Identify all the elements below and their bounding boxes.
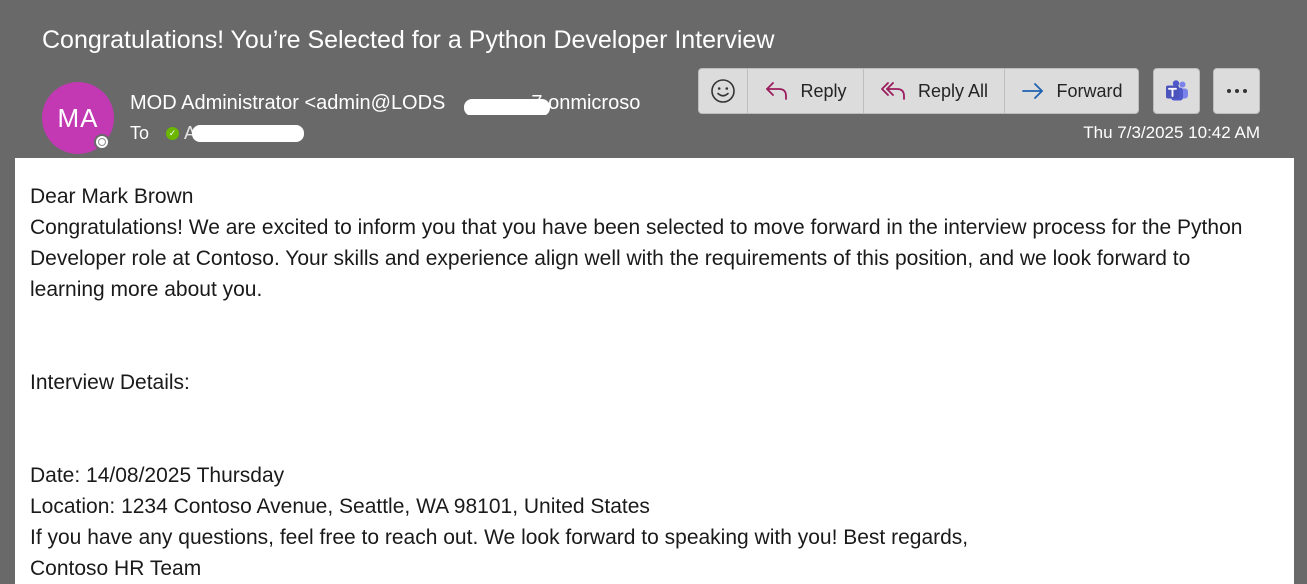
- more-actions-button[interactable]: [1214, 69, 1259, 113]
- reply-button[interactable]: Reply: [747, 69, 863, 113]
- body-paragraph: Congratulations! We are excited to infor…: [30, 216, 1243, 301]
- teams-button-group: [1153, 68, 1200, 114]
- reply-icon: [766, 82, 788, 100]
- emoji-reaction-button[interactable]: [699, 69, 747, 113]
- presence-available-icon: ✓: [166, 127, 179, 140]
- message-reading-pane: Congratulations! You’re Selected for a P…: [0, 0, 1307, 584]
- avatar-initials: MA: [57, 102, 99, 133]
- redaction-mark: [192, 125, 304, 142]
- sender-line[interactable]: MOD Administrator <admin@LODS 7.onmicroso: [130, 92, 668, 115]
- redaction-mark: [464, 99, 550, 115]
- interview-location: Location: 1234 Contoso Avenue, Seattle, …: [30, 495, 650, 518]
- more-button-group: [1213, 68, 1260, 114]
- reply-label: Reply: [800, 80, 847, 101]
- presence-status-icon: [94, 134, 110, 150]
- interview-date: Date: 14/08/2025 Thursday: [30, 464, 285, 487]
- window-edge: [1294, 0, 1307, 584]
- message-timestamp: Thu 7/3/2025 10:42 AM: [1083, 123, 1260, 142]
- teams-icon: [1165, 80, 1188, 101]
- sender-name-part1: MOD Administrator <admin@LODS: [130, 92, 446, 114]
- forward-label: Forward: [1056, 80, 1123, 101]
- body-greeting: Dear Mark Brown: [30, 185, 194, 208]
- reply-all-icon: [881, 82, 905, 100]
- message-body: Dear Mark Brown Congratulations! We are …: [15, 158, 1294, 584]
- emoji-smile-icon: [711, 79, 735, 103]
- share-to-teams-button[interactable]: [1154, 69, 1199, 113]
- message-subject: Congratulations! You’re Selected for a P…: [42, 26, 775, 54]
- more-actions-icon: [1226, 89, 1247, 93]
- closing-line: If you have any questions, feel free to …: [30, 526, 969, 549]
- forward-arrow-icon: [1022, 83, 1044, 99]
- forward-button[interactable]: Forward: [1004, 69, 1138, 113]
- interview-details-heading: Interview Details:: [30, 371, 190, 394]
- signature: Contoso HR Team: [30, 557, 202, 580]
- reply-button-group: Reply Reply All Forward: [698, 68, 1139, 114]
- to-label: To: [130, 123, 150, 143]
- reply-all-button[interactable]: Reply All: [863, 69, 1004, 113]
- reply-all-label: Reply All: [917, 80, 989, 101]
